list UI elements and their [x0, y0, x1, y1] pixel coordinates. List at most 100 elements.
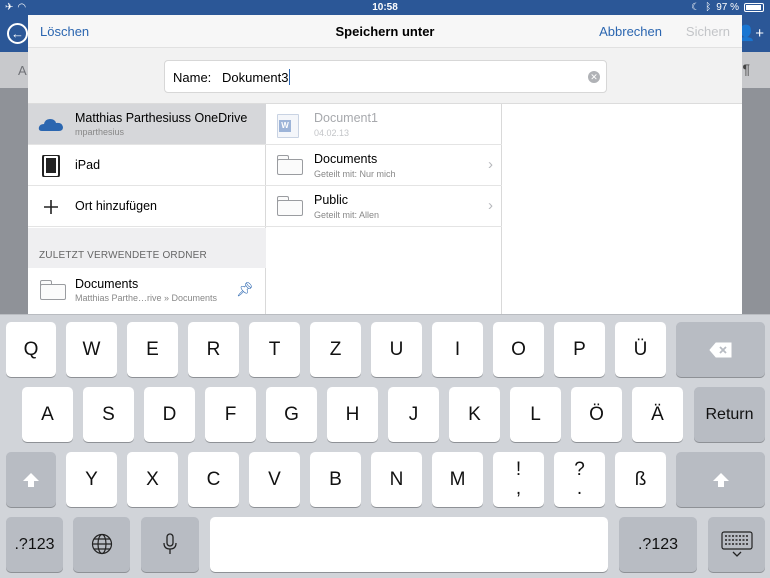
recent-folders-header: ZULETZT VERWENDETE ORDNER [28, 228, 266, 268]
battery-icon [744, 3, 764, 12]
key-b[interactable]: B [310, 452, 361, 507]
key-a[interactable]: A [22, 387, 73, 442]
keyboard-dismiss-icon [720, 531, 753, 557]
onedrive-cloud-icon [38, 119, 63, 131]
key-w[interactable]: W [66, 322, 117, 377]
backspace-icon [708, 342, 731, 358]
key-y[interactable]: Y [66, 452, 117, 507]
key-g[interactable]: G [266, 387, 317, 442]
key-e[interactable]: E [127, 322, 178, 377]
recent-folder-path: Matthias Parthe…rive » Documents [75, 293, 218, 303]
dictation-key[interactable] [141, 517, 199, 572]
locations-column: Matthias Parthesiuss OneDrive mparthesiu… [28, 104, 266, 314]
battery-percent: 97 % [716, 2, 739, 13]
location-title: Matthias Parthesiuss OneDrive [75, 111, 248, 125]
key-top-char: ! [515, 459, 522, 480]
ribbon-label: A [18, 63, 27, 78]
cancel-button[interactable]: Abbrechen [599, 24, 662, 39]
location-add[interactable]: Ort hinzufügen [28, 186, 266, 227]
location-ipad[interactable]: iPad [28, 145, 266, 186]
pin-icon[interactable]: 📌︎ [236, 281, 254, 298]
bluetooth-icon: ᛒ [705, 2, 712, 13]
key-oe[interactable]: Ö [571, 387, 622, 442]
numbers-key-left[interactable]: .?123 [6, 517, 63, 572]
shift-key-left[interactable] [6, 452, 56, 507]
key-r[interactable]: R [188, 322, 239, 377]
moon-icon: ☾ [691, 2, 701, 13]
folder-icon [40, 280, 66, 300]
key-h[interactable]: H [327, 387, 378, 442]
microphone-icon [163, 533, 177, 554]
return-key[interactable]: Return [694, 387, 765, 442]
save-as-dialog: Löschen Speichern unter Abbrechen Sicher… [28, 15, 742, 314]
space-key[interactable] [210, 517, 608, 572]
key-m[interactable]: M [432, 452, 483, 507]
folder-title: Public [314, 193, 349, 207]
save-button[interactable]: Sichern [686, 24, 730, 39]
status-bar: ✈ ◠ 10:58 ☾ ᛒ 97 % [0, 0, 770, 15]
key-ue[interactable]: Ü [615, 322, 666, 377]
key-k[interactable]: K [449, 387, 500, 442]
location-title: iPad [75, 158, 101, 172]
key-f[interactable]: F [205, 387, 256, 442]
text-caret [289, 69, 290, 85]
key-v[interactable]: V [249, 452, 300, 507]
folder-title: Documents [314, 152, 378, 166]
plus-icon [44, 200, 58, 214]
folder-sharing: Geteilt mit: Allen [314, 210, 380, 220]
files-column: W Document1 04.02.13 Documents Geteilt m… [266, 104, 502, 314]
location-onedrive[interactable]: Matthias Parthesiuss OneDrive mparthesiu… [28, 104, 266, 145]
key-u[interactable]: U [371, 322, 422, 377]
name-label: Name: [173, 70, 212, 85]
shift-arrow-icon [712, 473, 729, 487]
key-exclamation-comma[interactable]: ! , [493, 452, 544, 507]
folder-item[interactable]: Public Geteilt mit: Allen › [266, 186, 502, 227]
key-top-char: ? [574, 459, 585, 480]
key-t[interactable]: T [249, 322, 300, 377]
key-z[interactable]: Z [310, 322, 361, 377]
key-n[interactable]: N [371, 452, 422, 507]
file-item[interactable]: W Document1 04.02.13 [266, 104, 502, 145]
key-d[interactable]: D [144, 387, 195, 442]
location-subtitle: mparthesius [75, 127, 125, 137]
name-field[interactable]: Name: ✕ [164, 60, 607, 93]
key-ae[interactable]: Ä [632, 387, 683, 442]
recent-folder-title: Documents [75, 277, 139, 291]
name-bar: Name: ✕ [28, 48, 742, 104]
key-question-period[interactable]: ? . [554, 452, 605, 507]
key-j[interactable]: J [388, 387, 439, 442]
key-bottom-char: . [576, 478, 583, 499]
numbers-key-right[interactable]: .?123 [619, 517, 697, 572]
key-i[interactable]: I [432, 322, 483, 377]
key-o[interactable]: O [493, 322, 544, 377]
dialog-header: Löschen Speichern unter Abbrechen Sicher… [28, 15, 742, 48]
globe-icon [91, 533, 112, 555]
recent-folder-item[interactable]: Documents Matthias Parthe…rive » Documen… [28, 268, 266, 314]
shift-arrow-icon [23, 473, 39, 487]
chevron-right-icon: › [488, 156, 493, 173]
ipad-icon [42, 155, 60, 177]
back-icon[interactable]: ← [7, 23, 28, 44]
folder-icon [277, 196, 303, 216]
shift-key-right[interactable] [676, 452, 765, 507]
backspace-key[interactable] [676, 322, 765, 377]
key-p[interactable]: P [554, 322, 605, 377]
key-sharp-s[interactable]: ß [615, 452, 666, 507]
globe-key[interactable] [73, 517, 130, 572]
chevron-right-icon: › [488, 197, 493, 214]
key-s[interactable]: S [83, 387, 134, 442]
file-date: 04.02.13 [314, 128, 350, 138]
hide-keyboard-key[interactable] [708, 517, 765, 572]
location-title: Ort hinzufügen [75, 199, 157, 213]
key-q[interactable]: Q [6, 322, 56, 377]
file-title: Document1 [314, 111, 378, 125]
keyboard: Q W E R T Z U I O P Ü A S D F G H J K L … [0, 314, 770, 578]
folder-item[interactable]: Documents Geteilt mit: Nur mich › [266, 145, 502, 186]
name-input[interactable] [222, 67, 572, 87]
clear-text-icon[interactable]: ✕ [588, 71, 600, 83]
key-c[interactable]: C [188, 452, 239, 507]
key-l[interactable]: L [510, 387, 561, 442]
status-time: 10:58 [372, 2, 398, 13]
key-x[interactable]: X [127, 452, 178, 507]
recent-folders-label: ZULETZT VERWENDETE ORDNER [39, 250, 207, 261]
